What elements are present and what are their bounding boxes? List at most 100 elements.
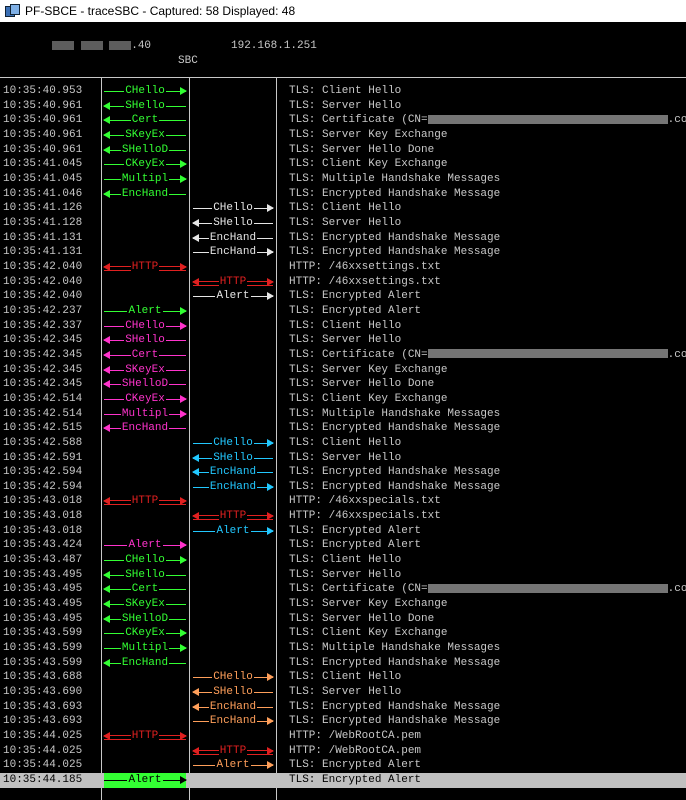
trace-row[interactable]: 10:35:41.046 EncHand TLS: Encrypted Handsh… xyxy=(0,187,686,202)
timestamp: 10:35:43.693 xyxy=(3,700,83,713)
message-description: TLS: Encrypted Handshake Message xyxy=(289,466,501,479)
trace-row[interactable]: 10:35:44.025 Alert TLS: Encrypted Alert xyxy=(0,758,686,773)
timestamp: 10:35:42.588 xyxy=(3,436,83,449)
trace-row[interactable]: 10:35:43.599 Multipl TLS: Multiple Handsha… xyxy=(0,641,686,656)
message-label: HTTP xyxy=(130,495,160,508)
trace-row[interactable]: 10:35:42.040 Alert TLS: Encrypted Alert xyxy=(0,289,686,304)
message-description: TLS: Client Key Exchange xyxy=(289,158,448,171)
redacted-block xyxy=(427,114,668,124)
trace-row[interactable]: 10:35:43.018 Alert TLS: Encrypted Alert xyxy=(0,524,686,539)
trace-row[interactable]: 10:35:43.018 HTTP HTTP: /46xxspecials.txt xyxy=(0,494,686,509)
trace-row[interactable]: 10:35:43.599 EncHand TLS: Encrypted Handsh… xyxy=(0,656,686,671)
trace-row[interactable]: 10:35:40.961 SHello TLS: Server Hello xyxy=(0,99,686,114)
trace-row[interactable]: 10:35:41.045 Multipl TLS: Multiple Handsha… xyxy=(0,172,686,187)
trace-row[interactable]: 10:35:40.961 Cert TLS: Certificate (CN= .co… xyxy=(0,113,686,128)
message-arrow: Cert xyxy=(103,582,186,597)
trace-row[interactable]: 10:35:43.688 CHello TLS: Client Hello xyxy=(0,670,686,685)
timestamp: 10:35:42.237 xyxy=(3,304,83,317)
message-arrow: SHelloD xyxy=(103,143,186,158)
message-label: HTTP xyxy=(130,260,160,273)
timestamp: 10:35:43.495 xyxy=(3,598,83,611)
message-arrow: SHello xyxy=(103,568,186,583)
message-arrow: SKeyEx xyxy=(103,128,186,143)
trace-row[interactable]: 10:35:42.040 HTTP HTTP: /46xxsettings.txt xyxy=(0,275,686,290)
trace-row[interactable]: 10:35:43.690 SHello TLS: Server Hello xyxy=(0,685,686,700)
timestamp: 10:35:42.040 xyxy=(3,260,83,273)
trace-row[interactable]: 10:35:42.591 SHello TLS: Server Hello xyxy=(0,451,686,466)
trace-row[interactable]: 10:35:43.487 CHello TLS: Client Hello xyxy=(0,553,686,568)
message-label: SHello xyxy=(124,334,166,347)
message-description: HTTP: /46xxspecials.txt xyxy=(289,510,441,523)
message-arrow: SKeyEx xyxy=(103,597,186,612)
message-description: TLS: Client Hello xyxy=(289,554,402,567)
message-arrow: CHello xyxy=(104,553,187,568)
trace-row[interactable]: 10:35:42.345 Cert TLS: Certificate (CN= .co… xyxy=(0,348,686,363)
trace-row[interactable]: 10:35:43.495 Cert TLS: Certificate (CN= .co… xyxy=(0,582,686,597)
message-description: TLS: Server Hello Done xyxy=(289,143,435,156)
trace-row[interactable]: 10:35:43.599 CKeyEx TLS: Client Key Exchan… xyxy=(0,626,686,641)
trace-row[interactable]: 10:35:42.514 CKeyEx TLS: Client Key Exchan… xyxy=(0,392,686,407)
message-arrow: Alert xyxy=(104,538,187,553)
trace-row[interactable]: 10:35:41.126 CHello TLS: Client Hello xyxy=(0,201,686,216)
message-description: TLS: Certificate (CN=.com) xyxy=(289,583,686,596)
trace-row[interactable]: 10:35:41.131 EncHand TLS: Encrypted Handsh… xyxy=(0,245,686,260)
timestamp: 10:35:44.185 xyxy=(3,774,83,787)
message-arrow: Alert xyxy=(104,773,187,788)
message-arrow: EncHand xyxy=(103,656,186,671)
trace-row[interactable]: 10:35:42.345 SKeyEx TLS: Server Key Exchan… xyxy=(0,363,686,378)
timestamp: 10:35:40.953 xyxy=(3,85,83,97)
message-arrow: Cert xyxy=(103,348,186,363)
trace-row[interactable]: 10:35:41.045 CKeyEx TLS: Client Key Exchan… xyxy=(0,157,686,172)
trace-row[interactable]: 10:35:42.345 SHello TLS: Server Hello xyxy=(0,333,686,348)
trace-row[interactable]: 10:35:44.025 HTTP HTTP: /WebRootCA.pem xyxy=(0,744,686,759)
timestamp: 10:35:43.495 xyxy=(3,568,83,581)
trace-row[interactable]: 10:35:43.495 SKeyEx TLS: Server Key Exchan… xyxy=(0,597,686,612)
trace-row[interactable]: 10:35:42.345 SHelloD TLS: Server Hello Don… xyxy=(0,377,686,392)
trace-row[interactable]: 10:35:43.693 EncHand TLS: Encrypted Handsh… xyxy=(0,700,686,715)
message-description: TLS: Encrypted Handshake Message xyxy=(289,656,501,669)
message-arrow: SHello xyxy=(103,333,186,348)
trace-row[interactable]: 10:35:42.514 Multipl TLS: Multiple Handsha… xyxy=(0,407,686,422)
trace-row[interactable]: 10:35:41.128 SHello TLS: Server Hello xyxy=(0,216,686,231)
message-label: HTTP xyxy=(130,730,160,743)
message-arrow: CHello xyxy=(104,319,187,334)
trace-row[interactable]: 10:35:43.495 SHello TLS: Server Hello xyxy=(0,568,686,583)
message-label: SKeyEx xyxy=(124,598,166,611)
trace-row[interactable]: 10:35:42.337 CHello TLS: Client Hello xyxy=(0,319,686,334)
message-label: SKeyEx xyxy=(124,363,166,376)
trace-row[interactable]: 10:35:40.961 SHelloD TLS: Server Hello Don… xyxy=(0,143,686,158)
trace-row[interactable]: 10:35:40.961 SKeyEx TLS: Server Key Exchan… xyxy=(0,128,686,143)
trace-row[interactable]: 10:35:43.495 SHelloD TLS: Server Hello Don… xyxy=(0,612,686,627)
trace-view[interactable]: .40 192.168.1.251 SBC 10:35:40.953 CHello… xyxy=(0,22,686,800)
trace-row[interactable]: 10:35:41.131 EncHand TLS: Encrypted Handsh… xyxy=(0,231,686,246)
message-arrow: CKeyEx xyxy=(104,626,187,641)
trace-row[interactable]: 10:35:42.588 CHello TLS: Client Hello xyxy=(0,436,686,451)
message-label: CHello xyxy=(124,319,166,332)
trace-row[interactable]: 10:35:42.515 EncHand TLS: Encrypted Handsh… xyxy=(0,421,686,436)
message-description: TLS: Encrypted Alert xyxy=(289,774,422,787)
message-label: Multipl xyxy=(120,407,170,420)
trace-row[interactable]: 10:35:43.693 EncHand TLS: Encrypted Handsh… xyxy=(0,714,686,729)
message-description: TLS: Server Key Exchange xyxy=(289,598,448,611)
trace-row[interactable]: 10:35:42.040 HTTP HTTP: /46xxsettings.txt xyxy=(0,260,686,275)
timestamp: 10:35:41.046 xyxy=(3,187,83,200)
trace-row[interactable]: 10:35:44.025 HTTP HTTP: /WebRootCA.pem xyxy=(0,729,686,744)
message-label: Cert xyxy=(130,348,160,361)
message-arrow: EncHand xyxy=(192,465,273,480)
trace-row[interactable]: 10:35:40.953 CHello TLS: Client Hello xyxy=(0,84,686,99)
timestamp: 10:35:41.045 xyxy=(3,172,83,185)
message-description: TLS: Server Hello xyxy=(289,334,402,347)
trace-row[interactable]: 10:35:43.018 HTTP HTTP: /46xxspecials.txt xyxy=(0,509,686,524)
message-arrow: Alert xyxy=(193,758,274,773)
trace-row[interactable]: 10:35:42.594 EncHand TLS: Encrypted Handsh… xyxy=(0,480,686,495)
timestamp: 10:35:43.018 xyxy=(3,510,83,523)
timestamp: 10:35:43.487 xyxy=(3,554,83,567)
timestamp: 10:35:43.693 xyxy=(3,715,83,728)
timestamp: 10:35:43.688 xyxy=(3,671,83,684)
trace-row[interactable]: 10:35:43.424 Alert TLS: Encrypted Alert xyxy=(0,538,686,553)
trace-row[interactable]: 10:35:44.185 Alert TLS: Encrypted Alert xyxy=(0,773,686,788)
trace-row[interactable]: 10:35:42.594 EncHand TLS: Encrypted Handsh… xyxy=(0,465,686,480)
message-arrow: Multipl xyxy=(104,172,187,187)
message-arrow: SHello xyxy=(192,685,273,700)
trace-row[interactable]: 10:35:42.237 Alert TLS: Encrypted Alert xyxy=(0,304,686,319)
